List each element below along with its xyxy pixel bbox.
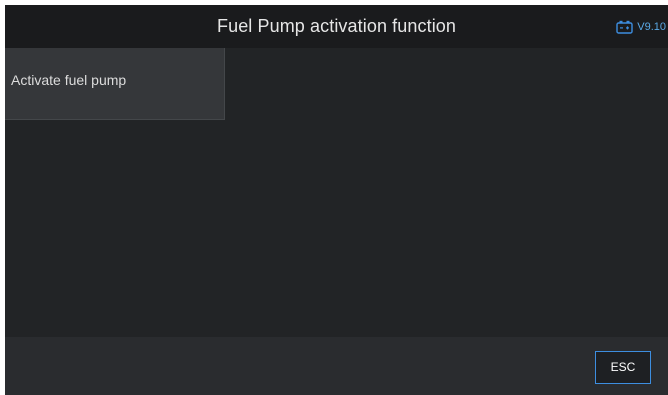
footer-bar: ESC [5, 337, 668, 395]
status-area: V9.10 [616, 5, 666, 48]
battery-icon [616, 20, 633, 34]
menu-item-activate-fuel-pump[interactable]: Activate fuel pump [5, 48, 225, 120]
page-title: Fuel Pump activation function [216, 16, 457, 36]
app-screen: Fuel Pump activation function V9.10 Acti… [5, 5, 668, 395]
version-label: V9.10 [637, 20, 666, 33]
menu-item-label: Activate fuel pump [11, 72, 127, 88]
header-bar: Fuel Pump activation function V9.10 [5, 5, 668, 48]
esc-button[interactable]: ESC [595, 351, 651, 384]
